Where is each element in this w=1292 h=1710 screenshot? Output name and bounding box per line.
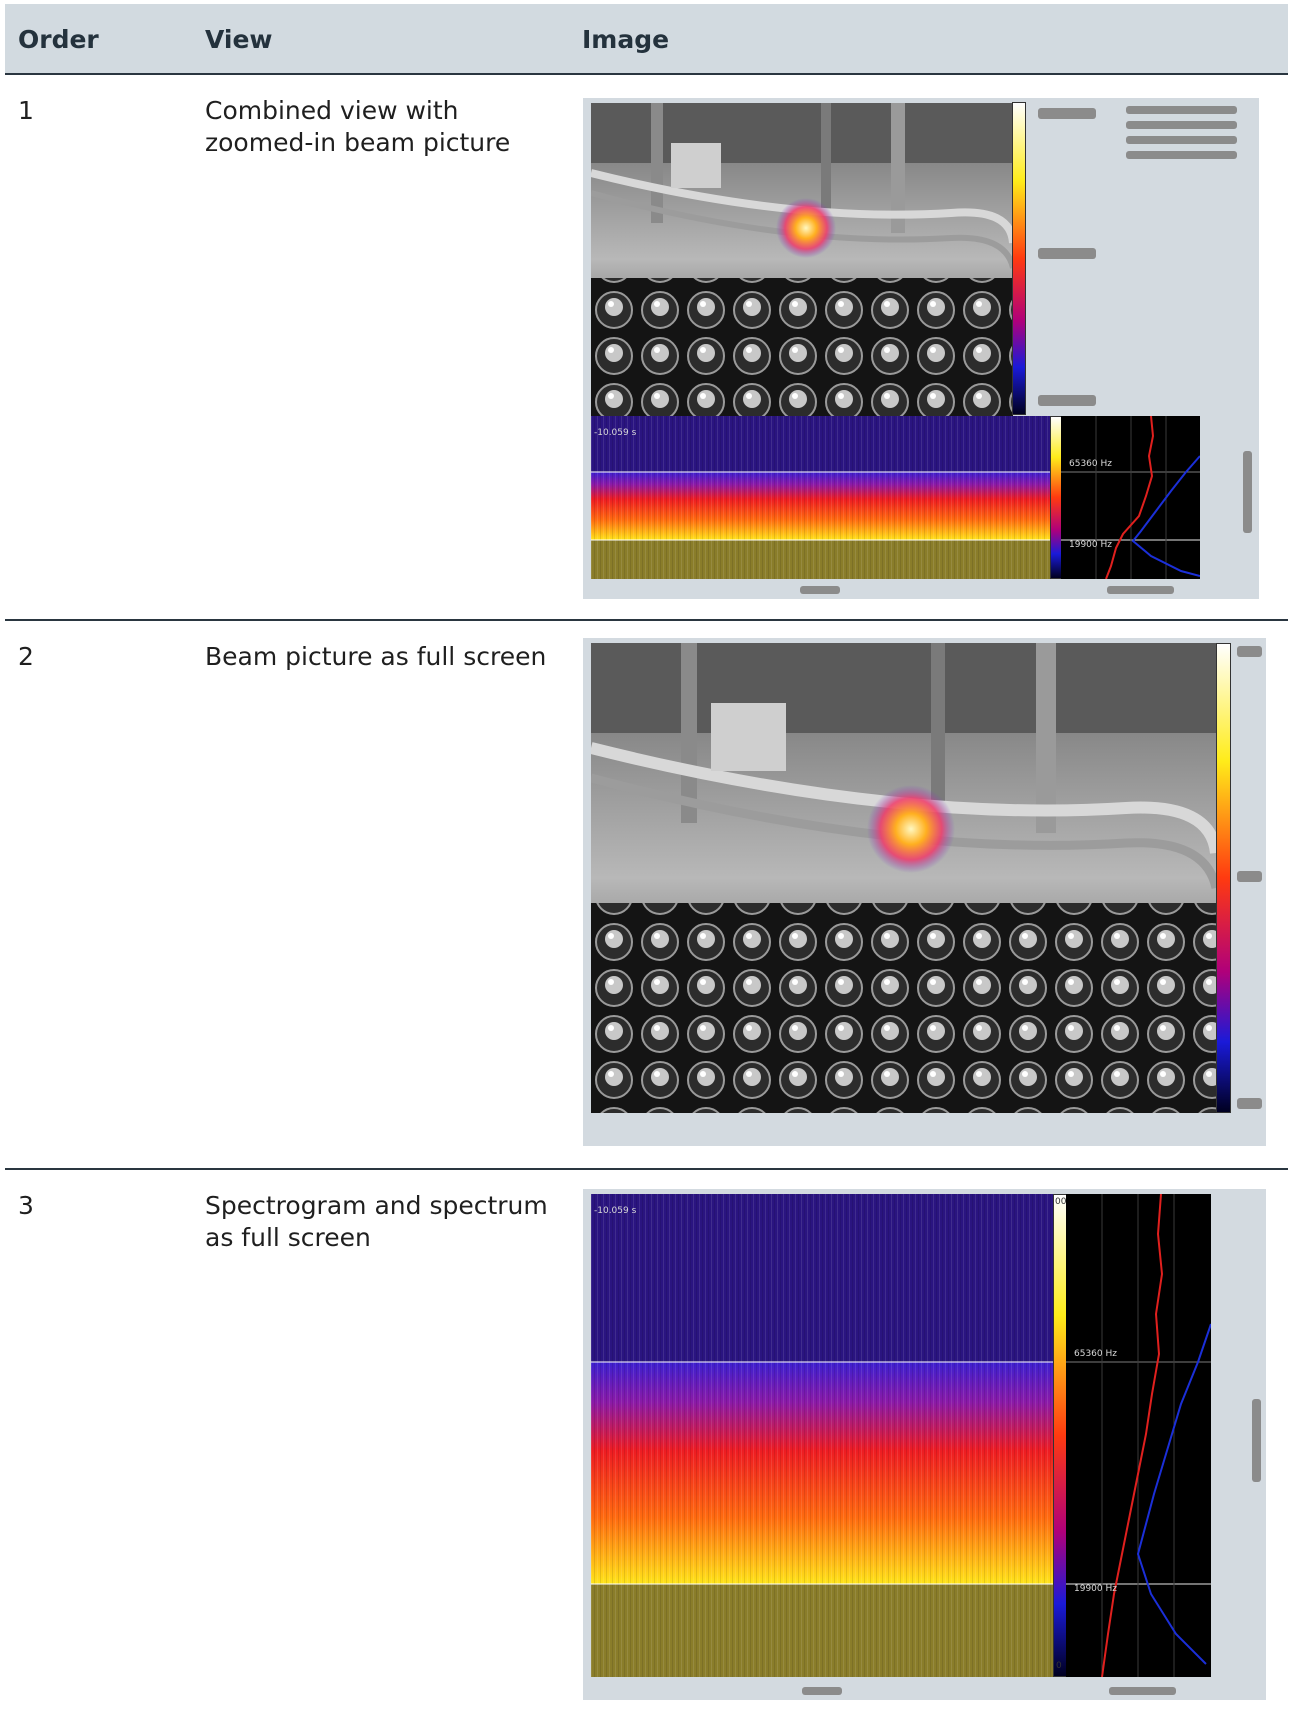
combined-view-screenshot: -10.059 s 65360 Hz 19900 Hz (583, 98, 1259, 599)
header-view: View (205, 25, 273, 54)
time-label: -10.059 s (594, 428, 637, 438)
freq-high-label: 65360 Hz (1069, 459, 1112, 469)
table-header: Order View Image (5, 4, 1288, 75)
legend-line-placeholder (1126, 121, 1237, 129)
axis-label-placeholder (1252, 1399, 1261, 1482)
scale-max-placeholder (1237, 646, 1262, 657)
legend-line-placeholder (1126, 136, 1237, 144)
spectrum-plot: 65360 Hz 19900 Hz (1066, 1194, 1211, 1677)
spectrogram: -10.059 s (591, 416, 1051, 579)
scale-min-placeholder (1237, 1098, 1262, 1109)
beam-color-scale (1216, 643, 1231, 1113)
axis-label-placeholder (802, 1687, 842, 1695)
scale-bottom-label: 0 (1056, 1661, 1062, 1671)
beam-color-scale (1012, 102, 1026, 415)
row-view: Spectrogram and spectrum as full screen (205, 1191, 548, 1252)
legend-line-placeholder (1126, 106, 1237, 114)
axis-label-placeholder (1109, 1687, 1176, 1695)
axis-label-placeholder (1243, 451, 1252, 533)
freq-high-label: 65360 Hz (1074, 1349, 1117, 1359)
freq-low-label: 19900 Hz (1074, 1584, 1117, 1594)
row-order: 3 (18, 1191, 34, 1220)
table-row: 3 Spectrogram and spectrum as full scree… (5, 1170, 1288, 1710)
scale-min-placeholder (1038, 395, 1096, 406)
beam-picture (591, 643, 1216, 1113)
beam-picture (591, 103, 1013, 416)
header-image: Image (582, 25, 670, 54)
axis-label-placeholder (1107, 586, 1174, 594)
table-row: 2 Beam picture as full screen (5, 621, 1288, 1170)
scale-max-placeholder (1038, 108, 1096, 119)
row-order: 2 (18, 642, 34, 671)
row-order: 1 (18, 96, 34, 125)
spectrogram-fullscreen-screenshot: -10.059 s 00 0 65360 Hz 19900 Hz (583, 1189, 1266, 1700)
freq-low-label: 19900 Hz (1069, 540, 1112, 550)
scale-top-label: 00 (1055, 1197, 1067, 1207)
spectrogram: -10.059 s (591, 1194, 1053, 1677)
scale-mid-placeholder (1038, 248, 1096, 259)
beam-fullscreen-screenshot (583, 638, 1266, 1146)
table-row: 1 Combined view with zoomed-in beam pict… (5, 75, 1288, 621)
row-view: Beam picture as full screen (205, 642, 547, 671)
legend-line-placeholder (1126, 151, 1237, 159)
scale-mid-placeholder (1237, 871, 1262, 882)
axis-label-placeholder (800, 586, 840, 594)
spectrum-plot: 65360 Hz 19900 Hz (1061, 416, 1200, 579)
time-label: -10.059 s (594, 1206, 637, 1216)
header-order: Order (18, 25, 99, 54)
row-view: Combined view with zoomed-in beam pictur… (205, 96, 511, 157)
